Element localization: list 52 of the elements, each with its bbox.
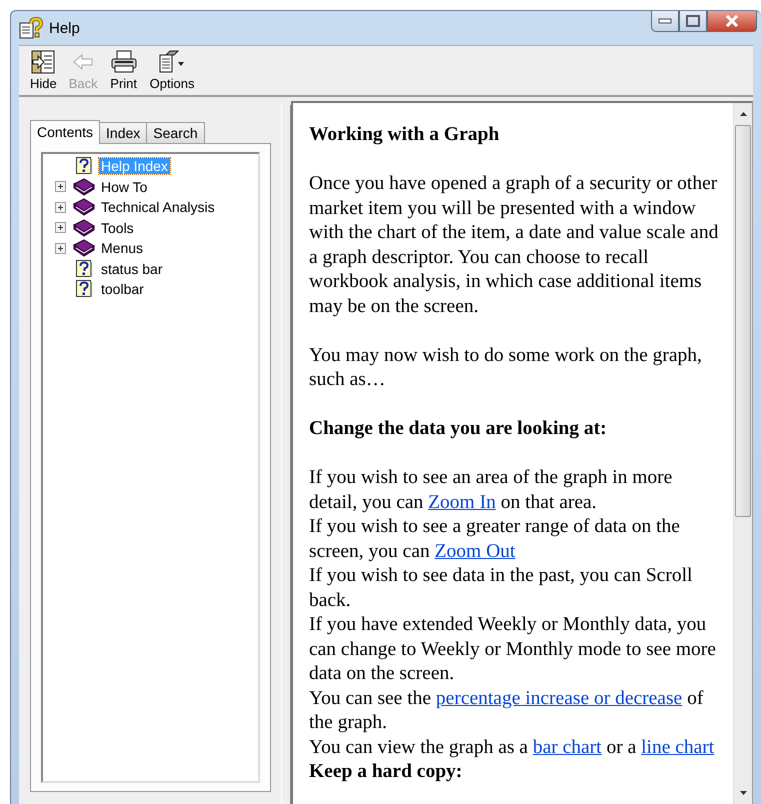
help-topic-icon (76, 280, 92, 298)
paragraph: You can view the graph as a bar chart or a line chart (309, 736, 716, 760)
section-heading: Change the data you are looking at: (309, 417, 608, 441)
expand-icon[interactable] (55, 242, 66, 254)
tab[interactable]: Search (146, 122, 205, 143)
link[interactable]: bar chart (532, 736, 602, 758)
expand-icon[interactable] (55, 222, 66, 234)
link[interactable]: line chart (641, 736, 714, 758)
book-icon (72, 218, 96, 237)
paragraph: If you have extended Weekly or Monthly data, you can change to Weekly or Monthly mode to see more data on the screen. (309, 613, 717, 686)
window-title: Help (49, 20, 80, 36)
tree-item[interactable]: Tools (99, 220, 136, 236)
link[interactable]: Zoom Out (434, 540, 516, 562)
help-icon (19, 17, 43, 39)
close-icon (724, 15, 740, 27)
book-icon (72, 178, 96, 196)
minimize-button[interactable] (651, 11, 679, 32)
hide-button[interactable]: Hide (25, 46, 62, 95)
maximize-icon (686, 15, 700, 27)
section-heading: Working with a Graph (309, 123, 500, 147)
paragraph: You may now wish to do some work on the graph, such as… (309, 344, 703, 392)
tree-item[interactable]: Menus (99, 240, 146, 256)
print-button[interactable]: Print (104, 46, 143, 95)
help-topic-icon (76, 260, 92, 278)
options-button[interactable]: Options (144, 46, 200, 95)
paragraph: You can see the percentage increase or decrease of the graph. (309, 686, 704, 735)
paragraph: If you wish to see an area of the graph in more detail, you can Zoom In on that area. (309, 466, 674, 514)
tree-item[interactable]: How To (99, 178, 150, 195)
tree-item[interactable]: Technical Analysis (99, 199, 217, 216)
paragraph: If you wish to see a greater range of data on the screen, you can Zoom Out (309, 515, 681, 564)
expand-icon[interactable] (55, 181, 66, 192)
scrollbar[interactable] (733, 103, 752, 804)
link[interactable]: Zoom In (428, 492, 496, 512)
tab[interactable]: Contents (30, 120, 100, 144)
maximize-button[interactable] (679, 11, 707, 32)
close-button[interactable] (707, 11, 757, 32)
scroll-thumb[interactable] (735, 125, 751, 517)
tree-item[interactable]: toolbar (99, 281, 146, 298)
link[interactable]: percentage increase or decrease (436, 688, 682, 708)
minimize-icon (658, 18, 672, 24)
hide-pane-icon (30, 50, 56, 74)
help-topic-icon (76, 157, 92, 176)
tree-item[interactable]: status bar (99, 260, 164, 277)
book-icon (72, 239, 96, 258)
paragraph: If you wish to see data in the past, you can Scroll back. (309, 564, 694, 612)
tab[interactable]: Index (99, 122, 148, 143)
paragraph: Once you have opened a graph of a security or other market item you will be presented with a window with the chart of the item, a date and value scale and a graph descriptor. You can choose to recall workbook analysis, in which case additional items may be on the screen. (309, 172, 720, 318)
printer-icon (110, 50, 138, 74)
section-heading: Keep a hard copy: (309, 760, 464, 784)
book-icon (72, 198, 96, 216)
expand-icon[interactable] (55, 202, 66, 213)
pane-splitter[interactable] (281, 105, 291, 804)
